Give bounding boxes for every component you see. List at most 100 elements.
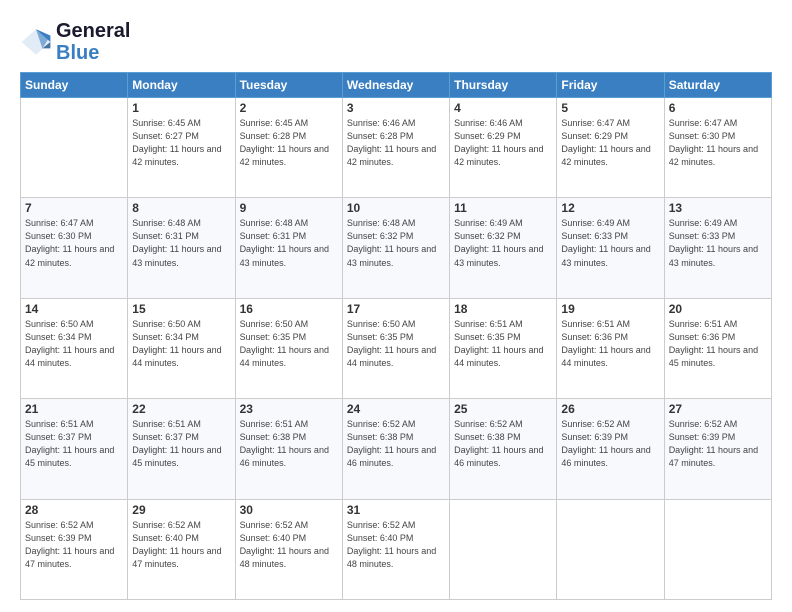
day-info: Sunrise: 6:49 AMSunset: 6:32 PMDaylight:… (454, 217, 552, 269)
day-number: 4 (454, 101, 552, 115)
calendar-cell: 22 Sunrise: 6:51 AMSunset: 6:37 PMDayligh… (128, 399, 235, 499)
header-cell-monday: Monday (128, 73, 235, 98)
calendar-cell (21, 98, 128, 198)
calendar-table: SundayMondayTuesdayWednesdayThursdayFrid… (20, 72, 772, 600)
day-info: Sunrise: 6:48 AMSunset: 6:32 PMDaylight:… (347, 217, 445, 269)
calendar-week-1: 1 Sunrise: 6:45 AMSunset: 6:27 PMDaylight… (21, 98, 772, 198)
logo-icon (20, 26, 52, 58)
calendar-cell: 8Sunrise: 6:48 AMSunset: 6:31 PMDaylight… (128, 198, 235, 298)
day-info: Sunrise: 6:47 AMSunset: 6:30 PMDaylight:… (25, 217, 123, 269)
header-cell-sunday: Sunday (21, 73, 128, 98)
calendar-cell (664, 499, 771, 599)
day-number: 9 (240, 201, 338, 215)
day-info: Sunrise: 6:50 AMSunset: 6:34 PMDaylight:… (25, 318, 123, 370)
day-info: Sunrise: 6:46 AMSunset: 6:29 PMDaylight:… (454, 117, 552, 169)
calendar-cell: 1 Sunrise: 6:45 AMSunset: 6:27 PMDaylight… (128, 98, 235, 198)
day-info: Sunrise: 6:49 AMSunset: 6:33 PMDaylight:… (561, 217, 659, 269)
header: General Blue (20, 16, 772, 64)
day-info: Sunrise: 6:45 AMSunset: 6:28 PMDaylight:… (240, 117, 338, 169)
day-info: Sunrise: 6:51 AMSunset: 6:37 PMDaylight:… (132, 418, 230, 470)
header-cell-wednesday: Wednesday (342, 73, 449, 98)
day-number: 16 (240, 302, 338, 316)
day-number: 11 (454, 201, 552, 215)
calendar-cell: 2 Sunrise: 6:45 AMSunset: 6:28 PMDaylight… (235, 98, 342, 198)
calendar-cell: 7 Sunrise: 6:47 AMSunset: 6:30 PMDaylight… (21, 198, 128, 298)
day-number: 8 (132, 201, 230, 215)
day-number: 1 (132, 101, 230, 115)
calendar-cell: 24 Sunrise: 6:52 AMSunset: 6:38 PMDayligh… (342, 399, 449, 499)
calendar-cell: 15Sunrise: 6:50 AMSunset: 6:34 PMDayligh… (128, 298, 235, 398)
day-number: 7 (25, 201, 123, 215)
calendar-cell: 29 Sunrise: 6:52 AMSunset: 6:40 PMDayligh… (128, 499, 235, 599)
day-number: 26 (561, 402, 659, 416)
day-number: 21 (25, 402, 123, 416)
day-info: Sunrise: 6:47 AMSunset: 6:30 PMDaylight:… (669, 117, 767, 169)
day-info: Sunrise: 6:52 AMSunset: 6:38 PMDaylight:… (454, 418, 552, 470)
day-info: Sunrise: 6:50 AMSunset: 6:35 PMDaylight:… (347, 318, 445, 370)
day-info: Sunrise: 6:52 AMSunset: 6:39 PMDaylight:… (669, 418, 767, 470)
day-info: Sunrise: 6:51 AMSunset: 6:36 PMDaylight:… (669, 318, 767, 370)
day-number: 19 (561, 302, 659, 316)
day-info: Sunrise: 6:52 AMSunset: 6:39 PMDaylight:… (561, 418, 659, 470)
day-info: Sunrise: 6:45 AMSunset: 6:27 PMDaylight:… (132, 117, 230, 169)
calendar-body: 1 Sunrise: 6:45 AMSunset: 6:27 PMDaylight… (21, 98, 772, 600)
day-number: 20 (669, 302, 767, 316)
calendar-cell: 12 Sunrise: 6:49 AMSunset: 6:33 PMDayligh… (557, 198, 664, 298)
calendar-cell: 4 Sunrise: 6:46 AMSunset: 6:29 PMDaylight… (450, 98, 557, 198)
calendar-cell: 19 Sunrise: 6:51 AMSunset: 6:36 PMDayligh… (557, 298, 664, 398)
day-info: Sunrise: 6:52 AMSunset: 6:40 PMDaylight:… (240, 519, 338, 571)
calendar-cell: 17Sunrise: 6:50 AMSunset: 6:35 PMDayligh… (342, 298, 449, 398)
calendar-cell: 11 Sunrise: 6:49 AMSunset: 6:32 PMDayligh… (450, 198, 557, 298)
day-number: 29 (132, 503, 230, 517)
day-number: 5 (561, 101, 659, 115)
day-info: Sunrise: 6:52 AMSunset: 6:38 PMDaylight:… (347, 418, 445, 470)
day-number: 22 (132, 402, 230, 416)
calendar-cell: 9Sunrise: 6:48 AMSunset: 6:31 PMDaylight… (235, 198, 342, 298)
calendar-cell: 28Sunrise: 6:52 AMSunset: 6:39 PMDayligh… (21, 499, 128, 599)
day-number: 2 (240, 101, 338, 115)
calendar-cell (450, 499, 557, 599)
calendar-cell: 26 Sunrise: 6:52 AMSunset: 6:39 PMDayligh… (557, 399, 664, 499)
calendar-week-5: 28Sunrise: 6:52 AMSunset: 6:39 PMDayligh… (21, 499, 772, 599)
calendar-header-row: SundayMondayTuesdayWednesdayThursdayFrid… (21, 73, 772, 98)
day-number: 23 (240, 402, 338, 416)
calendar-cell (557, 499, 664, 599)
calendar-cell: 3Sunrise: 6:46 AMSunset: 6:28 PMDaylight… (342, 98, 449, 198)
day-number: 3 (347, 101, 445, 115)
calendar-week-4: 21 Sunrise: 6:51 AMSunset: 6:37 PMDayligh… (21, 399, 772, 499)
day-number: 25 (454, 402, 552, 416)
day-number: 27 (669, 402, 767, 416)
day-info: Sunrise: 6:51 AMSunset: 6:36 PMDaylight:… (561, 318, 659, 370)
calendar-cell: 16Sunrise: 6:50 AMSunset: 6:35 PMDayligh… (235, 298, 342, 398)
day-info: Sunrise: 6:51 AMSunset: 6:35 PMDaylight:… (454, 318, 552, 370)
header-cell-tuesday: Tuesday (235, 73, 342, 98)
day-number: 6 (669, 101, 767, 115)
day-number: 18 (454, 302, 552, 316)
calendar-cell: 25 Sunrise: 6:52 AMSunset: 6:38 PMDayligh… (450, 399, 557, 499)
day-number: 15 (132, 302, 230, 316)
day-number: 30 (240, 503, 338, 517)
calendar-cell: 30 Sunrise: 6:52 AMSunset: 6:40 PMDayligh… (235, 499, 342, 599)
day-number: 13 (669, 201, 767, 215)
calendar-cell: 23Sunrise: 6:51 AMSunset: 6:38 PMDayligh… (235, 399, 342, 499)
calendar-cell: 10Sunrise: 6:48 AMSunset: 6:32 PMDayligh… (342, 198, 449, 298)
day-number: 24 (347, 402, 445, 416)
logo-text: General Blue (56, 20, 130, 64)
calendar-cell: 31Sunrise: 6:52 AMSunset: 6:40 PMDayligh… (342, 499, 449, 599)
calendar-cell: 18 Sunrise: 6:51 AMSunset: 6:35 PMDayligh… (450, 298, 557, 398)
header-cell-friday: Friday (557, 73, 664, 98)
logo-area: General Blue (20, 16, 130, 64)
calendar-cell: 13 Sunrise: 6:49 AMSunset: 6:33 PMDayligh… (664, 198, 771, 298)
calendar-cell: 6 Sunrise: 6:47 AMSunset: 6:30 PMDaylight… (664, 98, 771, 198)
day-info: Sunrise: 6:47 AMSunset: 6:29 PMDaylight:… (561, 117, 659, 169)
calendar-cell: 14Sunrise: 6:50 AMSunset: 6:34 PMDayligh… (21, 298, 128, 398)
calendar-week-2: 7 Sunrise: 6:47 AMSunset: 6:30 PMDaylight… (21, 198, 772, 298)
calendar-cell: 27 Sunrise: 6:52 AMSunset: 6:39 PMDayligh… (664, 399, 771, 499)
day-info: Sunrise: 6:52 AMSunset: 6:40 PMDaylight:… (132, 519, 230, 571)
day-info: Sunrise: 6:51 AMSunset: 6:37 PMDaylight:… (25, 418, 123, 470)
day-number: 28 (25, 503, 123, 517)
calendar-cell: 5 Sunrise: 6:47 AMSunset: 6:29 PMDaylight… (557, 98, 664, 198)
day-info: Sunrise: 6:49 AMSunset: 6:33 PMDaylight:… (669, 217, 767, 269)
calendar-cell: 21 Sunrise: 6:51 AMSunset: 6:37 PMDayligh… (21, 399, 128, 499)
day-number: 12 (561, 201, 659, 215)
